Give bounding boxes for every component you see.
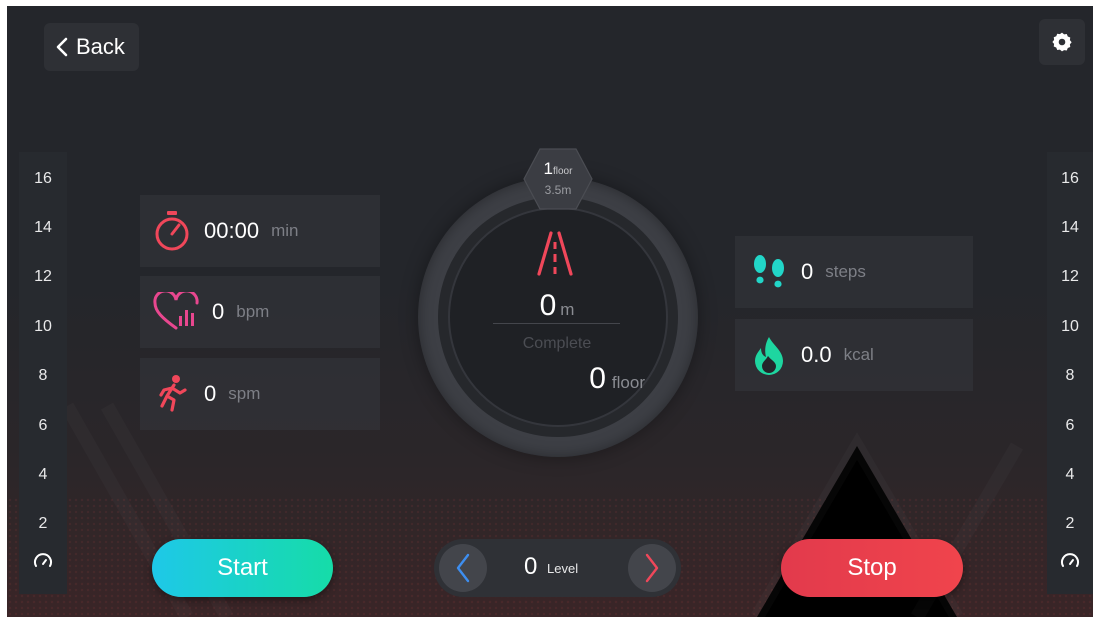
scale-tick: 16 bbox=[34, 169, 52, 187]
scale-tick: 16 bbox=[1061, 169, 1079, 187]
distance-display: 0m bbox=[467, 289, 647, 323]
stopwatch-icon bbox=[155, 211, 189, 251]
settings-button[interactable] bbox=[1039, 19, 1085, 65]
scale-tick: 6 bbox=[38, 416, 48, 434]
calories-value: 0.0 bbox=[801, 342, 832, 367]
floor-badge-unit: floor bbox=[553, 166, 573, 177]
heart-rate-card: 0 bpm bbox=[140, 276, 380, 348]
floor-badge-number-row: 1floor bbox=[522, 159, 594, 179]
cadence-value: 0 bbox=[204, 381, 217, 406]
steps-card: 0 steps bbox=[735, 236, 973, 308]
speed-scale-right: 16 14 12 10 8 6 4 2 bbox=[1047, 152, 1093, 594]
floor-badge-number: 1 bbox=[543, 159, 553, 178]
floor-badge: 1floor 3.5m bbox=[522, 146, 594, 212]
scale-tick: 14 bbox=[34, 219, 52, 237]
level-control: 0 Level bbox=[434, 539, 681, 597]
floors-unit: floor bbox=[611, 373, 645, 392]
divider bbox=[493, 323, 620, 324]
footprints-icon bbox=[754, 255, 784, 288]
scale-tick: 12 bbox=[34, 268, 52, 286]
scale-tick: 6 bbox=[1065, 416, 1075, 434]
road-icon bbox=[537, 231, 573, 276]
level-label: Level bbox=[547, 561, 579, 576]
scale-tick: 8 bbox=[1065, 367, 1075, 385]
cadence-card: 0 spm bbox=[140, 358, 380, 430]
floor-badge-height: 3.5m bbox=[544, 183, 572, 197]
cadence-unit: spm bbox=[228, 384, 261, 403]
scale-tick: 2 bbox=[1065, 515, 1075, 533]
time-card: 00:00 min bbox=[140, 195, 380, 267]
distance-unit: m bbox=[560, 300, 575, 319]
runner-icon bbox=[159, 375, 187, 412]
scale-tick: 4 bbox=[1065, 466, 1075, 484]
back-label: Back bbox=[76, 34, 125, 59]
level-decrease-button[interactable] bbox=[439, 544, 487, 592]
level-increase-button[interactable] bbox=[628, 544, 676, 592]
steps-unit: steps bbox=[825, 262, 866, 281]
speed-scale-left: 16 14 12 10 8 6 4 2 bbox=[19, 152, 67, 594]
chevron-right-icon bbox=[645, 553, 659, 583]
speedometer-icon bbox=[1061, 553, 1079, 568]
speedometer-icon bbox=[34, 553, 52, 568]
scale-tick: 12 bbox=[1061, 268, 1079, 286]
time-value: 00:00 bbox=[204, 218, 260, 243]
flame-icon bbox=[755, 337, 783, 375]
scale-tick: 4 bbox=[38, 466, 48, 484]
start-button[interactable]: Start bbox=[152, 539, 333, 597]
chevron-left-icon bbox=[456, 553, 470, 583]
calories-card: 0.0 kcal bbox=[735, 319, 973, 391]
heart-rate-icon bbox=[153, 292, 199, 330]
chevron-left-icon bbox=[56, 37, 68, 57]
steps-value: 0 bbox=[801, 259, 814, 284]
hexagon-shape bbox=[523, 148, 593, 210]
level-value: 0 bbox=[524, 553, 538, 580]
scale-tick: 10 bbox=[34, 317, 52, 335]
heart-rate-value: 0 bbox=[212, 299, 225, 324]
calories-unit: kcal bbox=[843, 345, 874, 364]
heart-rate-unit: bpm bbox=[236, 302, 270, 321]
floors-display: 0 floor bbox=[485, 362, 645, 396]
distance-value: 0 bbox=[539, 289, 557, 322]
scale-tick: 8 bbox=[38, 367, 48, 385]
time-unit: min bbox=[271, 221, 299, 240]
scale-tick: 14 bbox=[1061, 219, 1079, 237]
scale-tick: 2 bbox=[38, 515, 48, 533]
complete-label: Complete bbox=[522, 335, 592, 352]
scale-tick: 10 bbox=[1061, 317, 1079, 335]
treadmill-screen: Back 16 14 12 10 8 6 4 2 16 14 12 10 8 6… bbox=[7, 6, 1093, 617]
stop-button[interactable]: Stop bbox=[781, 539, 963, 597]
gear-icon bbox=[1052, 32, 1072, 52]
back-button[interactable]: Back bbox=[44, 23, 139, 71]
floors-value: 0 bbox=[589, 362, 606, 395]
